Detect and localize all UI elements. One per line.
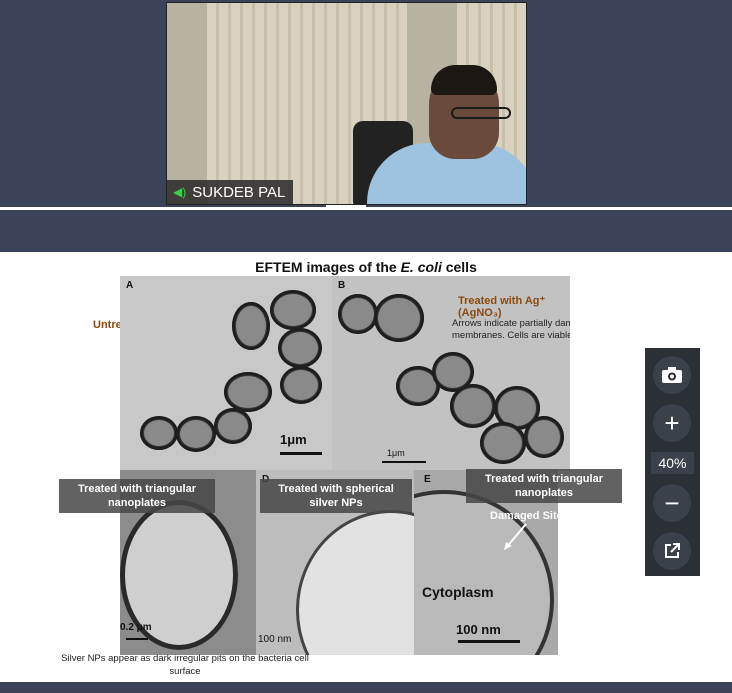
slide-title-suffix: cells xyxy=(441,259,477,275)
panel-b-image: B Treated with Ag⁺ (AgNO₃) Arrows indica… xyxy=(332,276,570,471)
panel-e-cytoplasm-label: Cytoplasm xyxy=(422,584,494,600)
cell xyxy=(224,372,272,412)
panel-b-letter: B xyxy=(338,280,346,291)
panel-a-letter: A xyxy=(126,280,134,291)
external-link-icon xyxy=(665,543,680,558)
participant-name: SUKDEB PAL xyxy=(192,183,286,201)
panel-e-scalebar xyxy=(458,640,520,643)
cell xyxy=(480,422,526,464)
bottom-caption: Silver NPs appear as dark irregular pits… xyxy=(61,653,309,677)
panel-c-overlay: Treated with triangular nanoplates xyxy=(59,479,215,513)
panel-b-scale-label: 1μm xyxy=(387,448,405,458)
cell-edge xyxy=(296,510,414,655)
panel-e-overlay: Treated with triangular nanoplates xyxy=(466,469,622,503)
cell xyxy=(280,366,322,404)
resize-handle[interactable] xyxy=(326,205,366,208)
shared-slide: EFTEM images of the E. coli cells Untrea… xyxy=(0,252,732,682)
panel-b-scalebar xyxy=(382,461,426,463)
cell xyxy=(374,294,424,342)
zoom-in-button[interactable]: + xyxy=(653,404,691,442)
popout-button[interactable] xyxy=(653,532,691,570)
participant-glasses xyxy=(451,107,511,119)
panel-e-damaged-label: Damaged Site xyxy=(490,510,563,522)
panel-e-scale-label: 100 nm xyxy=(456,622,501,637)
cell xyxy=(338,294,378,334)
video-feed[interactable]: ◀) SUKDEB PAL xyxy=(166,2,527,205)
camera-button[interactable] xyxy=(653,356,691,394)
minus-icon: − xyxy=(664,487,680,518)
panel-d-scale-label: 100 nm xyxy=(258,634,292,645)
participant-hair xyxy=(431,65,497,95)
slide-title-species: E. coli xyxy=(400,259,442,275)
zoom-out-button[interactable]: − xyxy=(653,484,691,522)
cell xyxy=(140,416,178,450)
panel-b-note: Arrows indicate partially damaged membra… xyxy=(452,318,570,341)
plus-icon: + xyxy=(664,407,680,438)
panel-divider[interactable] xyxy=(0,207,732,210)
cell xyxy=(278,328,322,368)
zoom-level: 40% xyxy=(651,452,694,474)
panel-a-scale-label: 1μm xyxy=(280,432,307,447)
cell xyxy=(450,384,496,428)
panel-a-scalebar xyxy=(280,452,322,455)
slide-title-prefix: EFTEM images of the xyxy=(255,259,401,275)
cell xyxy=(176,416,216,452)
speaker-volume-icon: ◀) xyxy=(173,185,187,199)
cell xyxy=(524,416,564,458)
damaged-arrow-icon xyxy=(504,523,527,550)
panel-c-scalebar xyxy=(126,638,148,640)
cell xyxy=(214,408,252,444)
zoom-toolbar: + 40% − xyxy=(645,348,700,576)
cell xyxy=(232,302,270,350)
cell xyxy=(270,290,316,330)
panel-d-overlay: Treated with spherical silver NPs xyxy=(260,479,412,513)
panel-b-label: Treated with Ag⁺ (AgNO₃) xyxy=(458,295,546,319)
panel-c-scale-label: 0.2 μm xyxy=(120,622,152,633)
participant-name-tag: ◀) SUKDEB PAL xyxy=(167,180,294,204)
panel-e-letter: E xyxy=(424,474,431,485)
panel-a-image: A 1μm xyxy=(120,276,332,471)
slide-title: EFTEM images of the E. coli cells xyxy=(0,259,732,275)
camera-icon xyxy=(662,367,682,383)
